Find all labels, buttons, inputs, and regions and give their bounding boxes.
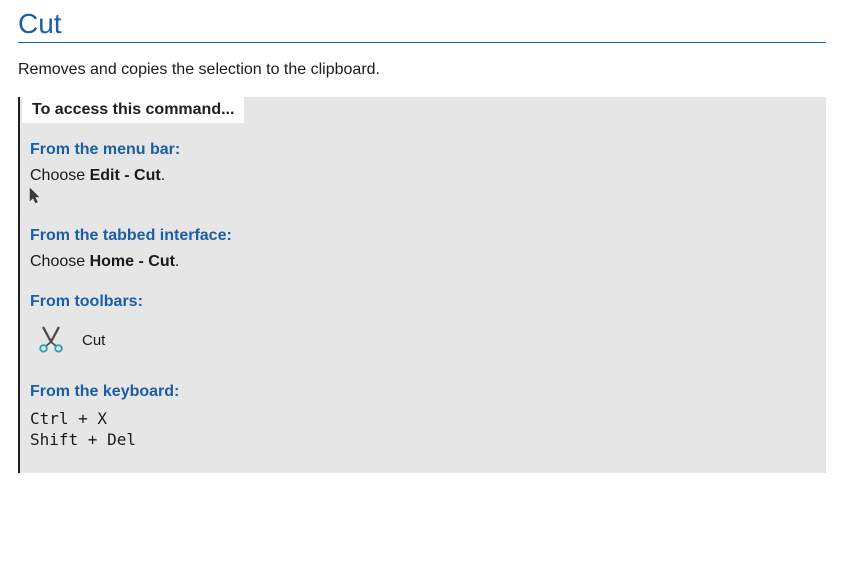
description-text: Removes and copies the selection to the …	[18, 61, 826, 79]
shortcut-1: Ctrl + X	[30, 409, 816, 428]
section-keyboard-title: From the keyboard:	[30, 383, 816, 401]
menu-bar-suffix: .	[161, 167, 165, 184]
toolbar-cut-label: Cut	[82, 332, 105, 349]
section-menu-bar-title: From the menu bar:	[30, 141, 816, 159]
tabbed-path: Home - Cut	[90, 253, 175, 270]
cursor-icon	[28, 187, 42, 205]
section-tabbed-title: From the tabbed interface:	[30, 227, 816, 245]
menu-bar-path: Edit - Cut	[90, 167, 161, 184]
tabbed-instruction: Choose Home - Cut.	[30, 253, 816, 271]
scissors-icon	[36, 325, 66, 355]
menu-bar-prefix: Choose	[30, 167, 90, 184]
tabbed-suffix: .	[175, 253, 179, 270]
section-toolbars-title: From toolbars:	[30, 293, 816, 311]
shortcut-2: Shift + Del	[30, 430, 816, 449]
access-header: To access this command...	[22, 97, 244, 123]
page-title: Cut	[18, 2, 826, 43]
access-command-box: To access this command... From the menu …	[18, 97, 826, 473]
tabbed-prefix: Choose	[30, 253, 90, 270]
toolbar-row: Cut	[30, 319, 816, 361]
menu-bar-instruction: Choose Edit - Cut.	[30, 167, 816, 185]
